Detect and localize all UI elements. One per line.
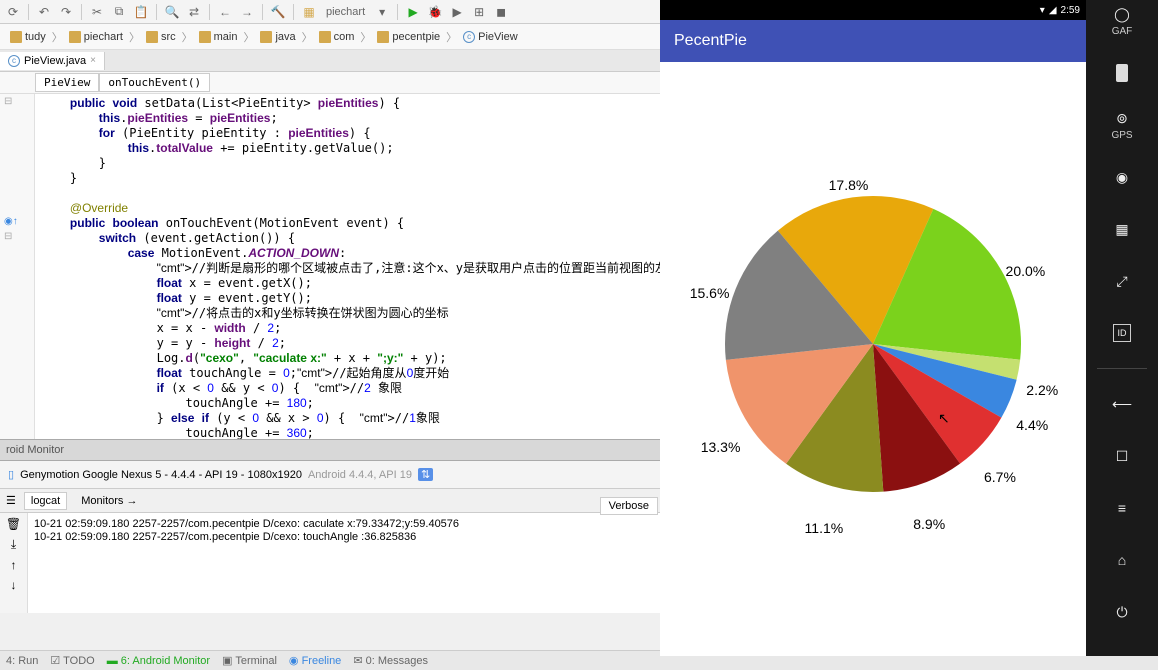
close-icon[interactable]: ×	[90, 55, 96, 66]
bottom-tab[interactable]: 4: Run	[6, 655, 38, 667]
replace-icon[interactable]: ⇄	[185, 3, 203, 21]
attach-icon[interactable]: ▶	[448, 3, 466, 21]
pie-slice-label: 15.6%	[690, 285, 730, 301]
pie-slice-label: 4.4%	[1016, 417, 1048, 433]
home-button[interactable]: ⌂	[1102, 543, 1142, 577]
up-icon[interactable]: ↑	[11, 558, 17, 572]
pie-slice-label: 13.3%	[701, 439, 741, 455]
class-icon: c	[463, 31, 475, 43]
method-tab[interactable]: PieView	[35, 73, 99, 92]
breadcrumb-item[interactable]: pecentpie	[373, 29, 444, 45]
pie-chart-view[interactable]: 17.8% 20.0% 2.2% 4.4% 6.7% 8.9% 11.1% 13.3% 15.6…	[660, 62, 1086, 656]
find-icon[interactable]: 🔍	[163, 3, 181, 21]
pie-slice-label: 11.1%	[805, 520, 844, 536]
gps-icon[interactable]: ⊚GPS	[1102, 108, 1142, 142]
bottom-tab[interactable]: ▬ 6: Android Monitor	[107, 655, 210, 667]
tab-logcat[interactable]: logcat	[24, 492, 67, 510]
class-icon: c	[8, 55, 20, 67]
build-icon[interactable]: 🔨	[269, 3, 287, 21]
remote-icon[interactable]: ⤢	[1102, 264, 1142, 298]
folder-icon	[377, 31, 389, 43]
stop-icon[interactable]: ◼	[492, 3, 510, 21]
folder-icon	[10, 31, 22, 43]
run-icon[interactable]: ▶	[404, 3, 422, 21]
trash-icon[interactable]: 🗑	[6, 517, 21, 531]
emulator-window: ▾ ◢ 2:59 PecentPie 17.8% 20.0% 2.2% 4.4% 6.7…	[660, 0, 1086, 656]
sync-icon[interactable]: ⟳	[4, 3, 22, 21]
down-icon[interactable]: ↓	[11, 578, 17, 592]
undo-icon[interactable]: ↶	[35, 3, 53, 21]
recent-button[interactable]: ☐	[1102, 439, 1142, 473]
app-bar: PecentPie	[660, 20, 1086, 62]
dropdown-icon[interactable]: ⇅	[418, 468, 433, 481]
bottom-tab[interactable]: ✉ 0: Messages	[353, 654, 428, 667]
dropdown-icon[interactable]: ▾	[373, 3, 391, 21]
tab-monitors[interactable]: Monitors →	[75, 493, 143, 509]
menu-button[interactable]: ≡	[1102, 491, 1142, 525]
breadcrumb-item[interactable]: main	[195, 29, 242, 45]
pie-slice-label: 2.2%	[1026, 382, 1058, 398]
log-toolbar: 🗑 ⤓ ↑ ↓	[0, 513, 28, 613]
breadcrumb-item[interactable]: src	[142, 29, 180, 45]
folder-icon	[69, 31, 81, 43]
forward-icon[interactable]: →	[238, 3, 256, 21]
bottom-tab[interactable]: ☑ TODO	[50, 654, 94, 667]
run-config-folder-icon[interactable]: ▦	[300, 3, 318, 21]
pie-chart	[723, 194, 1023, 494]
scroll-end-icon[interactable]: ⤓	[11, 537, 16, 552]
breadcrumb-item[interactable]: java	[256, 29, 299, 45]
emulator-sidebar: ◯GAF ⊚GPS ◉ ▦ ⤢ ID ⟵ ☐ ≡ ⌂ ⏻	[1086, 0, 1158, 656]
copy-icon[interactable]: ⧉	[110, 3, 128, 21]
breadcrumb-item[interactable]: cPieView	[459, 29, 522, 45]
folder-icon	[199, 31, 211, 43]
folder-icon	[146, 31, 158, 43]
editor-gutter: ⊟ ◉↑ ⊟	[0, 94, 35, 439]
wifi-icon: ▾	[1040, 5, 1045, 16]
back-icon[interactable]: ←	[216, 3, 234, 21]
battery-icon[interactable]	[1102, 56, 1142, 90]
mouse-cursor: ↖	[938, 410, 950, 427]
power-button[interactable]: ⏻	[1102, 595, 1142, 629]
file-tab[interactable]: c PieView.java ×	[0, 52, 105, 70]
pie-slice-label: 20.0%	[1006, 263, 1046, 279]
method-tab[interactable]: onTouchEvent()	[99, 73, 210, 92]
pie-slice-label: 6.7%	[984, 469, 1016, 485]
folder-icon	[319, 31, 331, 43]
pie-slice-label: 8.9%	[913, 516, 945, 532]
bottom-tab[interactable]: ◉ Freeline	[289, 654, 341, 667]
breadcrumb-item[interactable]: tudy	[6, 29, 50, 45]
profile-icon[interactable]: ⊞	[470, 3, 488, 21]
paste-icon[interactable]: 📋	[132, 3, 150, 21]
bottom-tab[interactable]: ▣ Terminal	[222, 654, 277, 667]
breadcrumb-item[interactable]: piechart	[65, 29, 127, 45]
breadcrumb-item[interactable]: com	[315, 29, 359, 45]
log-level-select[interactable]: Verbose	[600, 497, 658, 515]
camera-icon[interactable]: ◉	[1102, 160, 1142, 194]
app-title: PecentPie	[674, 32, 747, 50]
folder-icon	[260, 31, 272, 43]
run-config-label[interactable]: piechart	[322, 6, 369, 18]
capture-icon[interactable]: ▦	[1102, 212, 1142, 246]
debug-icon[interactable]: 🐞	[426, 3, 444, 21]
logcat-icon: ☰	[6, 494, 16, 507]
clock: 2:59	[1061, 5, 1080, 16]
id-icon[interactable]: ID	[1102, 316, 1142, 350]
back-button[interactable]: ⟵	[1102, 387, 1142, 421]
redo-icon[interactable]: ↷	[57, 3, 75, 21]
device-icon: ▯	[8, 468, 14, 481]
pie-slice-label: 17.8%	[829, 177, 869, 193]
cut-icon[interactable]: ✂	[88, 3, 106, 21]
brand-icon: ◯GAF	[1102, 4, 1142, 38]
signal-icon: ◢	[1049, 5, 1057, 16]
android-status-bar: ▾ ◢ 2:59	[660, 0, 1086, 20]
